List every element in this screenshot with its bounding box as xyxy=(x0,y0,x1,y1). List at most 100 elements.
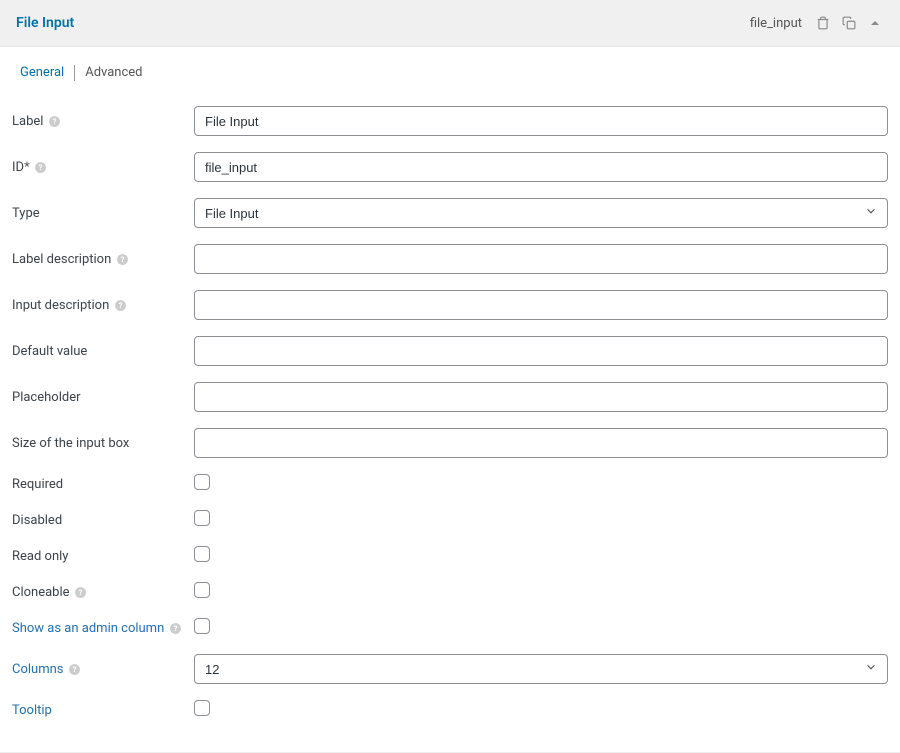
control-input-desc xyxy=(194,290,888,320)
help-icon[interactable]: ? xyxy=(115,252,129,266)
row-type: Type File Input xyxy=(12,190,888,236)
copy-icon[interactable] xyxy=(840,14,858,32)
svg-text:?: ? xyxy=(118,301,122,310)
label-cloneable: Cloneable ? xyxy=(12,585,194,600)
label-type: Type xyxy=(12,206,194,221)
row-admin-column: Show as an admin column ? xyxy=(12,610,888,646)
row-label: Label ? xyxy=(12,98,888,144)
control-required xyxy=(194,474,888,494)
svg-text:?: ? xyxy=(73,665,77,674)
row-required: Required xyxy=(12,466,888,502)
svg-text:?: ? xyxy=(39,163,43,172)
help-icon[interactable]: ? xyxy=(47,114,61,128)
label-text: Show as an admin column xyxy=(12,621,164,636)
type-select[interactable]: File Input xyxy=(194,198,888,228)
control-disabled xyxy=(194,510,888,530)
help-icon[interactable]: ? xyxy=(34,160,48,174)
tab-advanced[interactable]: Advanced xyxy=(77,61,150,84)
collapse-icon[interactable] xyxy=(866,14,884,32)
control-admin-column xyxy=(194,618,888,638)
label-size: Size of the input box xyxy=(12,436,194,451)
row-size: Size of the input box xyxy=(12,420,888,466)
control-label xyxy=(194,106,888,136)
label-tooltip: Tooltip xyxy=(12,703,194,718)
help-icon[interactable]: ? xyxy=(168,621,182,635)
row-columns: Columns ? 12 xyxy=(12,646,888,692)
label-text: Default value xyxy=(12,344,87,359)
label-text: Tooltip xyxy=(12,703,52,718)
label-input[interactable] xyxy=(194,106,888,136)
control-id xyxy=(194,152,888,182)
label-disabled: Disabled xyxy=(12,513,194,528)
label-text: Input description xyxy=(12,298,109,313)
label-text: ID* xyxy=(12,160,30,175)
size-input[interactable] xyxy=(194,428,888,458)
row-id: ID* ? xyxy=(12,144,888,190)
admin-column-checkbox[interactable] xyxy=(194,618,210,634)
columns-select[interactable]: 12 xyxy=(194,654,888,684)
tabs: General Advanced xyxy=(0,47,900,90)
trash-icon[interactable] xyxy=(814,14,832,32)
control-tooltip xyxy=(194,700,888,720)
tab-separator xyxy=(74,65,75,81)
label-text: Cloneable xyxy=(12,585,70,600)
panel-actions: file_input xyxy=(750,14,884,32)
readonly-checkbox[interactable] xyxy=(194,546,210,562)
label-label-desc: Label description ? xyxy=(12,252,194,267)
label-text: Disabled xyxy=(12,513,62,528)
row-input-desc: Input description ? xyxy=(12,282,888,328)
row-label-desc: Label description ? xyxy=(12,236,888,282)
default-value-input[interactable] xyxy=(194,336,888,366)
id-input[interactable] xyxy=(194,152,888,182)
svg-text:?: ? xyxy=(120,255,124,264)
required-checkbox[interactable] xyxy=(194,474,210,490)
form-body: Label ? ID* ? Type File Input xyxy=(0,90,900,748)
label-columns: Columns ? xyxy=(12,662,194,677)
svg-text:?: ? xyxy=(79,588,83,597)
control-size xyxy=(194,428,888,458)
label-id: ID* ? xyxy=(12,160,194,175)
label-input-desc: Input description ? xyxy=(12,298,194,313)
svg-text:?: ? xyxy=(173,624,177,633)
label-text: Columns xyxy=(12,662,64,677)
label-text: Label description xyxy=(12,252,111,267)
tooltip-checkbox[interactable] xyxy=(194,700,210,716)
label-admin-column: Show as an admin column ? xyxy=(12,621,194,636)
label-readonly: Read only xyxy=(12,549,194,564)
row-placeholder: Placeholder xyxy=(12,374,888,420)
label-text: Label xyxy=(12,114,43,129)
label-placeholder: Placeholder xyxy=(12,390,194,405)
help-icon[interactable]: ? xyxy=(68,662,82,676)
panel-header: File Input file_input xyxy=(0,0,900,47)
control-default-value xyxy=(194,336,888,366)
disabled-checkbox[interactable] xyxy=(194,510,210,526)
panel-slug: file_input xyxy=(750,16,802,31)
label-text: Type xyxy=(12,206,40,221)
label-text: Read only xyxy=(12,549,68,564)
control-cloneable xyxy=(194,582,888,602)
label-default-value: Default value xyxy=(12,344,194,359)
row-disabled: Disabled xyxy=(12,502,888,538)
input-desc-input[interactable] xyxy=(194,290,888,320)
tab-general[interactable]: General xyxy=(12,61,72,84)
placeholder-input[interactable] xyxy=(194,382,888,412)
label-desc-input[interactable] xyxy=(194,244,888,274)
help-icon[interactable]: ? xyxy=(113,298,127,312)
control-placeholder xyxy=(194,382,888,412)
control-type: File Input xyxy=(194,198,888,228)
control-columns: 12 xyxy=(194,654,888,684)
control-label-desc xyxy=(194,244,888,274)
label-text: Size of the input box xyxy=(12,436,129,451)
label-text: Required xyxy=(12,477,63,492)
row-default-value: Default value xyxy=(12,328,888,374)
svg-text:?: ? xyxy=(53,117,57,126)
help-icon[interactable]: ? xyxy=(74,585,88,599)
label-label: Label ? xyxy=(12,114,194,129)
panel-title: File Input xyxy=(16,15,74,31)
control-readonly xyxy=(194,546,888,566)
row-cloneable: Cloneable ? xyxy=(12,574,888,610)
cloneable-checkbox[interactable] xyxy=(194,582,210,598)
label-text: Placeholder xyxy=(12,390,81,405)
label-required: Required xyxy=(12,477,194,492)
row-readonly: Read only xyxy=(12,538,888,574)
